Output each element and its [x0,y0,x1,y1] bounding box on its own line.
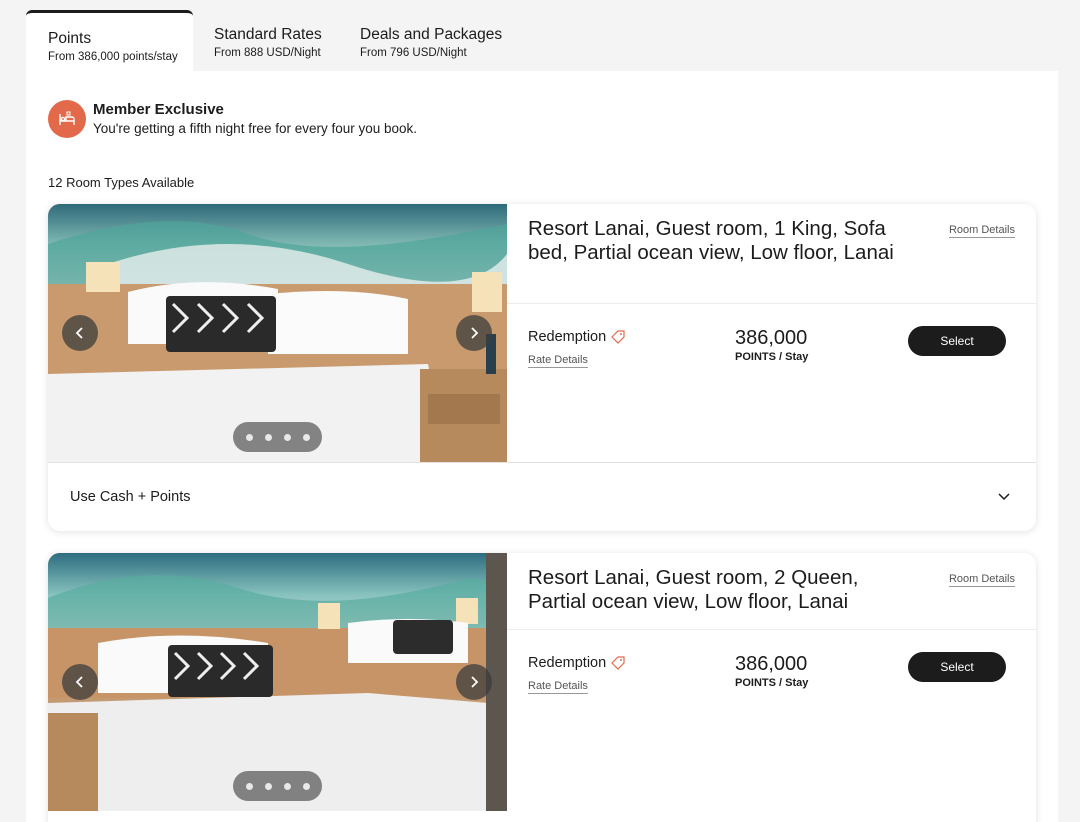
rate-label: Redemption [528,329,625,345]
rate-details-link[interactable]: Rate Details [528,354,588,368]
tab-subtitle: From 888 USD/Night [214,47,321,59]
tag-icon [611,656,625,670]
room-details-link[interactable]: Room Details [948,573,1015,587]
room-count: 12 Room Types Available [48,175,195,190]
chevron-down-icon [998,493,1010,501]
rate-label-text: Redemption [528,655,607,671]
room-card: Resort Lanai, Guest room, 2 Queen, Parti… [48,553,1036,822]
rooms-panel: Member Exclusive You're getting a fifth … [26,71,1058,822]
cash-points-label: Use Cash + Points [70,489,191,505]
select-button[interactable]: Select [908,652,1006,682]
room-photo [48,204,507,462]
room-title: Resort Lanai, Guest room, 2 Queen, Parti… [528,566,859,613]
price-value: 386,000 [735,327,808,349]
carousel-prev-button[interactable] [62,315,98,351]
price-unit: POINTS / Stay [735,351,809,363]
tab-title: Standard Rates [214,26,322,43]
carousel-prev-button[interactable] [62,664,98,700]
cash-points-row[interactable]: Use Cash + Points [48,462,1036,531]
room-photo [48,553,507,811]
rate-label: Redemption [528,655,625,671]
chevron-right-icon [471,676,479,688]
room-title: Resort Lanai, Guest room, 1 King, Sofa b… [528,217,894,264]
carousel-dots[interactable] [233,771,322,801]
price-value: 386,000 [735,653,808,675]
chevron-left-icon [75,327,83,339]
select-button[interactable]: Select [908,326,1006,356]
tab-deals-packages[interactable]: Deals and Packages From 796 USD/Night [338,10,502,72]
tag-icon [611,330,625,344]
member-title: Member Exclusive [93,101,224,118]
price: 386,000 POINTS / Stay [735,653,808,689]
member-exclusive-banner: Member Exclusive You're getting a fifth … [48,100,417,138]
tab-standard-rates[interactable]: Standard Rates From 888 USD/Night [192,10,322,72]
room-info: Resort Lanai, Guest room, 1 King, Sofa b… [507,204,1036,462]
rate-details-link[interactable]: Rate Details [528,680,588,694]
member-subtitle: You're getting a fifth night free for ev… [93,121,418,136]
tab-subtitle: From 796 USD/Night [360,47,467,59]
carousel-next-button[interactable] [456,315,492,351]
bed-tag-icon [48,100,86,138]
price: 386,000 POINTS / Stay [735,327,808,363]
carousel-dots[interactable] [233,422,322,452]
tab-subtitle: From 386,000 points/stay [48,51,178,63]
room-card: Resort Lanai, Guest room, 1 King, Sofa b… [48,204,1036,531]
tab-title: Points [48,30,92,47]
tab-points[interactable]: Points From 386,000 points/stay [26,10,193,74]
room-details-link[interactable]: Room Details [948,224,1015,238]
rate-label-text: Redemption [528,329,607,345]
carousel-next-button[interactable] [456,664,492,700]
rate-tabs: Points From 386,000 points/stay Standard… [26,10,1058,74]
chevron-left-icon [75,676,83,688]
tab-title: Deals and Packages [360,26,503,43]
room-info: Resort Lanai, Guest room, 2 Queen, Parti… [507,553,1036,811]
chevron-right-icon [471,327,479,339]
price-unit: POINTS / Stay [735,677,809,689]
